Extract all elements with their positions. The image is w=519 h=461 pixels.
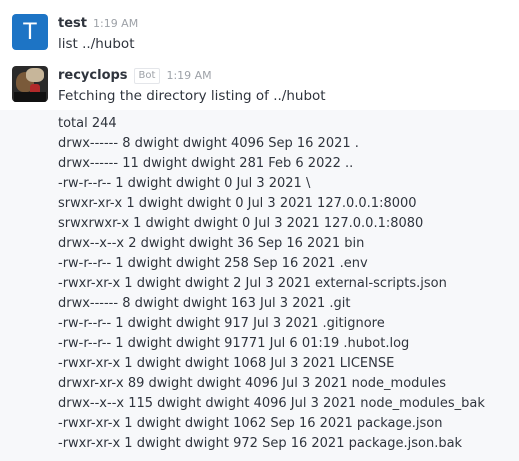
listing-line: srwxrwxr-x 1 dwight dwight 0 Jul 3 2021 …	[58, 216, 424, 231]
listing-line: drwx--x--x 2 dwight dwight 36 Sep 16 202…	[58, 236, 365, 251]
message-header: recyclops Bot 1:19 AM	[58, 68, 212, 85]
listing-line: drwx------ 11 dwight dwight 281 Feb 6 20…	[58, 156, 354, 171]
previous-message-text: …	[58, 0, 71, 3]
listing-line: -rwxr-xr-x 1 dwight dwight 1068 Jul 3 20…	[58, 356, 395, 371]
avatar[interactable]: T	[12, 14, 48, 50]
listing-line: -rw-r--r-- 1 dwight dwight 917 Jul 3 202…	[58, 316, 385, 331]
listing-line: -rw-r--r-- 1 dwight dwight 91771 Jul 6 0…	[58, 336, 410, 351]
listing-line: drwx--x--x 115 dwight dwight 4096 Jul 3 …	[58, 396, 485, 411]
listing-line: -rw-r--r-- 1 dwight dwight 0 Jul 3 2021 …	[58, 176, 311, 191]
message-header: test 1:19 AM	[58, 16, 138, 31]
bot-badge: Bot	[133, 68, 161, 84]
message-text: Fetching the directory listing of ../hub…	[58, 88, 326, 104]
listing-line: srwxr-xr-x 1 dwight dwight 0 Jul 3 2021 …	[58, 196, 417, 211]
username[interactable]: recyclops	[58, 68, 128, 83]
message-text: list ../hubot	[58, 36, 135, 52]
timestamp[interactable]: 1:19 AM	[93, 17, 138, 30]
listing-line: drwx------ 8 dwight dwight 163 Jul 3 202…	[58, 296, 351, 311]
directory-listing: total 244 drwx------ 8 dwight dwight 409…	[0, 110, 519, 461]
listing-line: -rwxr-xr-x 1 dwight dwight 972 Sep 16 20…	[58, 436, 463, 451]
avatar-letter: T	[23, 19, 37, 45]
listing-line: total 244	[58, 116, 117, 131]
username[interactable]: test	[58, 16, 87, 31]
listing-line: drwxr-xr-x 89 dwight dwight 4096 Jul 3 2…	[58, 376, 447, 391]
avatar[interactable]	[12, 66, 48, 102]
listing-line: -rwxr-xr-x 1 dwight dwight 1062 Sep 16 2…	[58, 416, 443, 431]
message-recyclops: recyclops Bot 1:19 AM Fetching the direc…	[0, 66, 519, 110]
listing-line: -rwxr-xr-x 1 dwight dwight 2 Jul 3 2021 …	[58, 276, 447, 291]
message-test: T test 1:19 AM list ../hubot	[0, 14, 519, 58]
listing-line: drwx------ 8 dwight dwight 4096 Sep 16 2…	[58, 136, 359, 151]
previous-message-fragment: …	[58, 0, 71, 3]
timestamp[interactable]: 1:19 AM	[166, 69, 211, 82]
listing-line: -rw-r--r-- 1 dwight dwight 258 Sep 16 20…	[58, 256, 368, 271]
